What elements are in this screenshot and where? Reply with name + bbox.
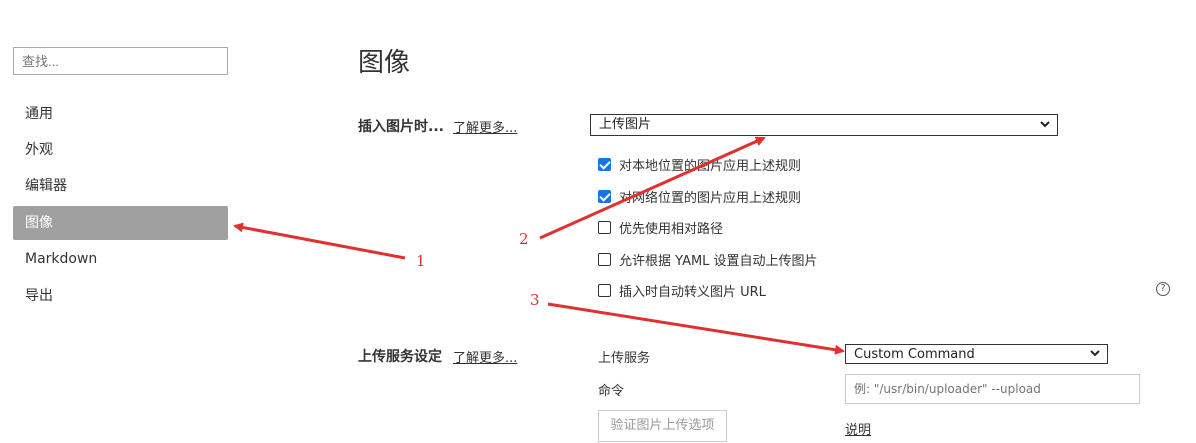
option-label: 对网络位置的图片应用上述规则	[619, 190, 802, 206]
option-label: 允许根据 YAML 设置自动上传图片	[619, 253, 818, 269]
chevron-down-icon	[1040, 121, 1050, 128]
option-local-images[interactable]: 对本地位置的图片应用上述规则	[598, 153, 801, 175]
sidebar-item-label: 导出	[25, 288, 53, 304]
command-input[interactable]	[845, 374, 1140, 404]
option-network-images[interactable]: 对网络位置的图片应用上述规则	[598, 185, 801, 207]
insert-image-select-value: 上传图片	[599, 117, 652, 132]
annotation-label-1: 1	[416, 252, 426, 270]
search-input[interactable]	[13, 47, 228, 75]
annotation-label-2: 2	[519, 230, 529, 248]
upload-service-select-value: Custom Command	[854, 347, 975, 362]
upload-service-select[interactable]: Custom Command	[845, 344, 1108, 364]
option-escape-url[interactable]: 插入时自动转义图片 URL	[598, 279, 766, 301]
option-label: 插入时自动转义图片 URL	[619, 284, 766, 300]
annotation-label-3: 3	[530, 291, 540, 309]
option-relative-path[interactable]: 优先使用相对路径	[598, 216, 723, 238]
insert-image-select[interactable]: 上传图片	[590, 114, 1058, 136]
upload-service-field-label: 上传服务	[598, 351, 651, 366]
explain-link[interactable]: 说明	[845, 419, 871, 438]
sidebar-item-label: Markdown	[25, 251, 98, 267]
command-field-label: 命令	[598, 384, 625, 399]
sidebar-item-export[interactable]: 导出	[13, 279, 228, 313]
verify-upload-button[interactable]: 验证图片上传选项	[598, 410, 727, 442]
sidebar-item-label: 编辑器	[25, 178, 67, 194]
sidebar-item-label: 通用	[25, 106, 53, 122]
checkbox[interactable]	[598, 220, 611, 234]
checkbox[interactable]	[598, 189, 611, 203]
checkbox[interactable]	[598, 283, 611, 297]
sidebar-item-general[interactable]: 通用	[13, 97, 228, 131]
upload-learn-more-link[interactable]: 了解更多...	[453, 347, 517, 366]
insert-image-label: 插入图片时...	[358, 119, 444, 135]
help-icon[interactable]: ?	[1156, 282, 1170, 296]
option-label: 对本地位置的图片应用上述规则	[619, 158, 802, 174]
option-label: 优先使用相对路径	[619, 221, 724, 237]
insert-learn-more-link[interactable]: 了解更多...	[453, 117, 517, 136]
checkbox[interactable]	[598, 252, 611, 266]
upload-service-label: 上传服务设定	[358, 349, 442, 365]
sidebar-item-label: 外观	[25, 142, 53, 158]
sidebar-item-image[interactable]: 图像	[13, 206, 228, 240]
sidebar-item-label: 图像	[25, 215, 53, 231]
chevron-down-icon	[1090, 350, 1100, 357]
arrow-1	[233, 222, 406, 260]
page-title: 图像	[358, 48, 411, 78]
sidebar-item-appearance[interactable]: 外观	[13, 133, 228, 167]
checkbox[interactable]	[598, 157, 611, 171]
option-yaml-upload[interactable]: 允许根据 YAML 设置自动上传图片	[598, 248, 818, 270]
arrow-3	[547, 302, 845, 355]
sidebar-item-markdown[interactable]: Markdown	[13, 242, 228, 276]
sidebar-item-editor[interactable]: 编辑器	[13, 169, 228, 203]
